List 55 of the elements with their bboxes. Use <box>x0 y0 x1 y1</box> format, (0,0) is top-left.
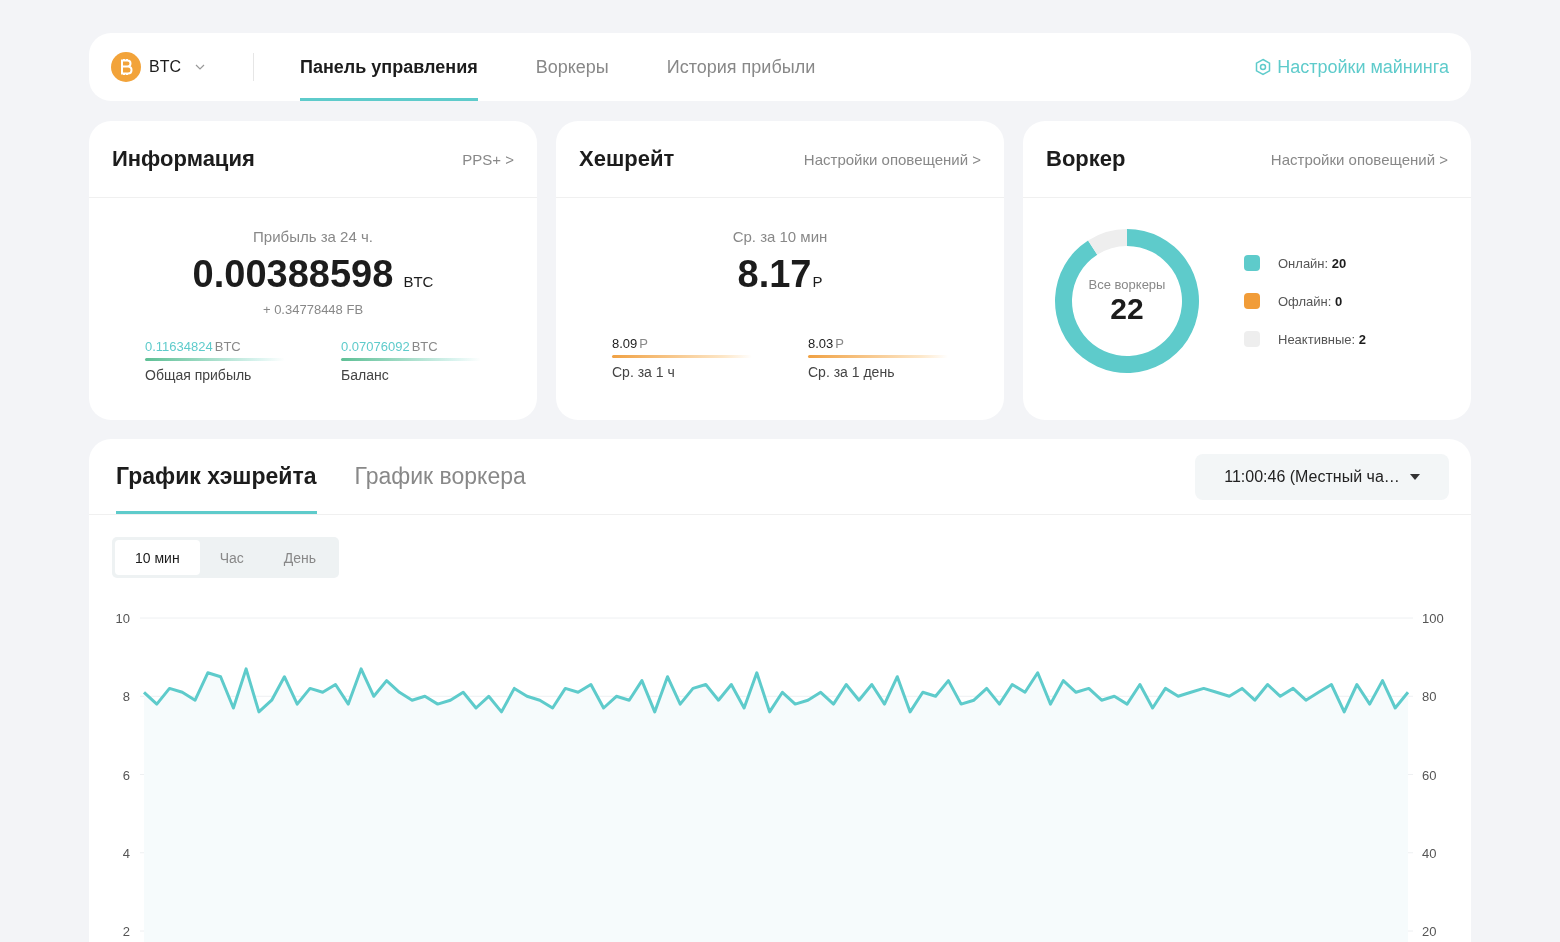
caption: Ср. за 10 мин <box>732 228 828 245</box>
stat-label: Ср. за 1 день <box>808 364 896 380</box>
range-option[interactable]: Час <box>199 540 264 575</box>
stat-value: 0.11634824 <box>145 339 213 354</box>
time-select[interactable]: 11:00:46 (Местный ча… <box>1195 453 1449 500</box>
unit-label: P <box>812 273 823 290</box>
card-title: Информация <box>112 146 255 172</box>
extra-profit: + 0.34778448 FB <box>262 302 364 317</box>
stat-value: 0.07076092 <box>341 339 410 354</box>
axis-label: 6 <box>122 767 130 783</box>
stat-label: Ср. за 1 ч <box>612 364 676 380</box>
axis-label: 10 <box>115 611 130 626</box>
chart-tab[interactable]: График хэшрейта <box>116 439 317 514</box>
axis-label: 40 <box>1422 845 1437 861</box>
axis-label: 60 <box>1422 767 1437 783</box>
stat-label: Баланс <box>341 367 390 383</box>
card-title: Хешрейт <box>579 146 675 172</box>
stat-value: 8.09 <box>612 336 638 351</box>
unit-label: BTC <box>214 339 241 354</box>
legend-label: Онлайн: 20 <box>1278 255 1347 271</box>
donut-label: Все воркеры <box>1088 276 1166 292</box>
nav-tab[interactable]: История прибыли <box>666 33 816 101</box>
card-title: Воркер <box>1046 146 1126 172</box>
bitcoin-icon <box>111 52 141 82</box>
unit-label: P <box>835 336 844 351</box>
caption: Прибыль за 24 ч. <box>253 228 373 245</box>
worker-total: 22 <box>1110 291 1144 326</box>
coin-selector[interactable]: BTC <box>111 52 205 82</box>
nav-tab[interactable]: Воркеры <box>535 33 609 101</box>
axis-label: 20 <box>1422 924 1437 939</box>
chevron-down-icon <box>195 64 205 70</box>
axis-label: 100 <box>1422 611 1444 626</box>
range-option[interactable]: День <box>263 540 337 575</box>
range-option[interactable]: 10 мин <box>115 540 200 575</box>
legend-label: Офлайн: 0 <box>1278 293 1343 309</box>
alert-settings-link[interactable]: Настройки оповещений > <box>803 150 981 168</box>
unit-label: BTC <box>403 273 434 290</box>
unit-label: P <box>639 336 648 351</box>
settings-icon <box>1254 58 1273 76</box>
mining-settings-link[interactable]: Настройки майнинга <box>1254 56 1449 78</box>
hashrate-value: 8.17 <box>737 253 812 296</box>
alert-settings-link[interactable]: Настройки оповещений > <box>1270 150 1448 168</box>
axis-label: 4 <box>122 845 130 861</box>
stat-label: Общая прибыль <box>145 367 253 383</box>
profit-value: 0.00388598 <box>192 253 394 296</box>
axis-label: 2 <box>122 924 130 939</box>
stat-value: 8.03 <box>808 336 834 351</box>
chart-tab[interactable]: График воркера <box>354 439 526 514</box>
axis-label: 80 <box>1422 689 1437 705</box>
pps-link[interactable]: PPS+ > <box>462 150 514 168</box>
legend-label: Неактивные: 2 <box>1278 331 1366 347</box>
unit-label: BTC <box>411 339 438 354</box>
axis-label: 8 <box>122 689 130 705</box>
nav-tab[interactable]: Панель управления <box>300 33 478 101</box>
dropdown-icon <box>1409 473 1420 480</box>
